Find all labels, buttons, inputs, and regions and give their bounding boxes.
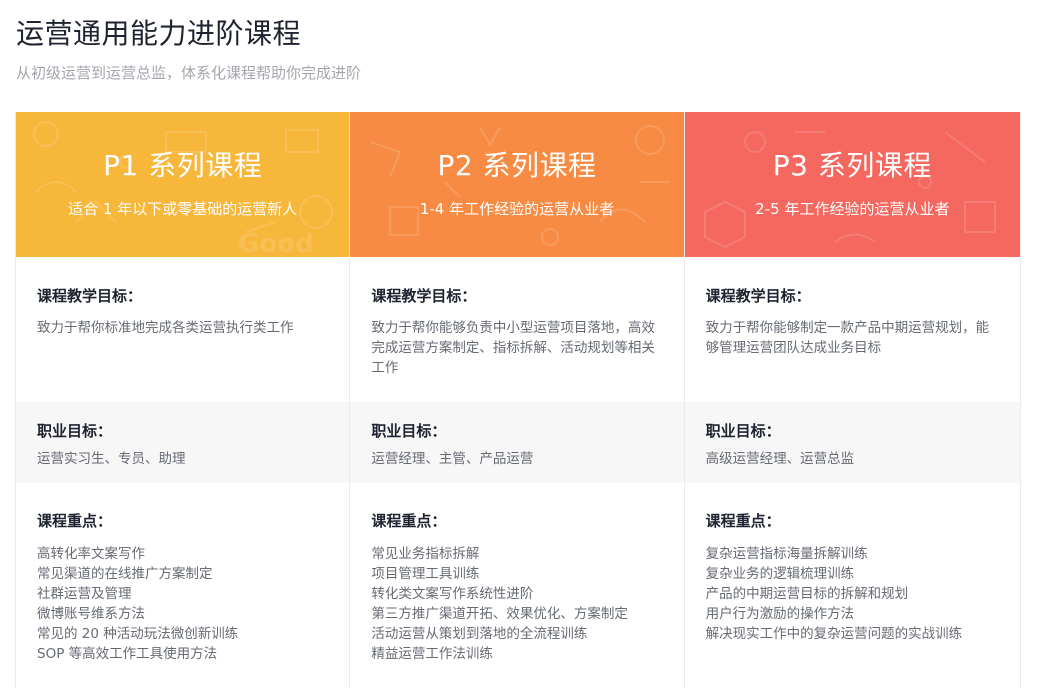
section-title: 职业目标：	[371, 422, 447, 440]
list-item: 第三方推广渠道开拓、效果优化、方案制定	[371, 606, 628, 622]
section-title: 课程重点：	[705, 512, 781, 530]
section-title: 职业目标：	[705, 422, 781, 440]
card-header-p3: P3 系列课程 2-5 年工作经验的运营从业者	[684, 112, 1020, 257]
career-goal-text: 运营经理、主管、产品运营	[371, 451, 534, 467]
card-header-p1: Good P1 系列课程 适合 1 年以下或零基础的运营新人	[16, 112, 350, 257]
focus-list: 常见业务指标拆解 项目管理工具训练 转化类文案写作系统性进阶 第三方推广渠道开拓…	[371, 544, 662, 664]
section-title: 课程教学目标：	[705, 287, 811, 305]
list-item: 精益运营工作法训练	[371, 646, 493, 662]
list-item: 常见业务指标拆解	[371, 546, 480, 562]
card-desc: 2-5 年工作经验的运营从业者	[755, 200, 950, 218]
doodle-pattern-icon	[703, 131, 996, 249]
list-item: 解决现实工作中的复杂运营问题的实战训练	[705, 626, 963, 642]
list-item: SOP 等高效工作工具使用方法	[37, 646, 218, 662]
course-card-p1[interactable]: Good P1 系列课程 适合 1 年以下或零基础的运营新人 课程教学目标： 致…	[16, 112, 351, 688]
teaching-goal-text: 致力于帮你能够负责中小型运营项目落地，高效完成运营方案制定、指标拆解、活动规划等…	[371, 320, 655, 376]
career-goal-section: 职业目标： 高级运营经理、运营总监	[684, 402, 1020, 483]
career-goal-text: 高级运营经理、运营总监	[705, 451, 855, 467]
teaching-goal-section: 课程教学目标： 致力于帮你能够制定一款产品中期运营规划，能够管理运营团队达成业务…	[684, 257, 1020, 402]
list-item: 复杂业务的逻辑梳理训练	[705, 566, 855, 582]
list-item: 社群运营及管理	[37, 586, 132, 602]
focus-section: 课程重点： 复杂运营指标海量拆解训练 复杂业务的逻辑梳理训练 产品的中期运营目标…	[684, 483, 1020, 688]
list-item: 微博账号维系方法	[37, 606, 145, 622]
section-title: 课程教学目标：	[37, 287, 143, 305]
list-item: 复杂运营指标海量拆解训练	[705, 546, 868, 562]
course-cards: Good P1 系列课程 适合 1 年以下或零基础的运营新人 课程教学目标： 致…	[15, 112, 1021, 688]
card-title: P1 系列课程	[103, 149, 263, 182]
list-item: 产品的中期运营目标的拆解和规划	[705, 586, 909, 602]
list-item: 常见渠道的在线推广方案制定	[37, 566, 213, 582]
section-title: 职业目标：	[37, 422, 113, 440]
page-title: 运营通用能力进阶课程	[16, 17, 302, 50]
focus-section: 课程重点： 高转化率文案写作 常见渠道的在线推广方案制定 社群运营及管理 微博账…	[16, 483, 350, 688]
list-item: 高转化率文案写作	[37, 546, 145, 562]
teaching-goal-text: 致力于帮你能够制定一款产品中期运营规划，能够管理运营团队达成业务目标	[705, 320, 990, 356]
career-goal-section: 职业目标： 运营经理、主管、产品运营	[350, 402, 684, 483]
section-title: 课程重点：	[371, 512, 447, 530]
card-desc: 1-4 年工作经验的运营从业者	[419, 200, 615, 218]
career-goal-section: 职业目标： 运营实习生、专员、助理	[16, 402, 350, 483]
focus-list: 高转化率文案写作 常见渠道的在线推广方案制定 社群运营及管理 微博账号维系方法 …	[37, 544, 328, 664]
list-item: 用户行为激励的操作方法	[705, 606, 855, 622]
doodle-pattern-icon: Good	[33, 121, 333, 257]
svg-text:Good: Good	[238, 229, 314, 257]
teaching-goal-section: 课程教学目标： 致力于帮你能够负责中小型运营项目落地，高效完成运营方案制定、指标…	[350, 257, 684, 402]
career-goal-text: 运营实习生、专员、助理	[37, 451, 186, 467]
focus-list: 复杂运营指标海量拆解训练 复杂业务的逻辑梳理训练 产品的中期运营目标的拆解和规划…	[706, 544, 999, 644]
card-header-p2: P2 系列课程 1-4 年工作经验的运营从业者	[350, 112, 684, 257]
focus-section: 课程重点： 常见业务指标拆解 项目管理工具训练 转化类文案写作系统性进阶 第三方…	[350, 483, 684, 688]
teaching-goal-section: 课程教学目标： 致力于帮你标准地完成各类运营执行类工作	[16, 257, 350, 402]
card-title: P2 系列课程	[437, 149, 597, 182]
section-title: 课程教学目标：	[371, 287, 477, 305]
doodle-pattern-icon	[370, 125, 671, 246]
course-card-p3[interactable]: P3 系列课程 2-5 年工作经验的运营从业者 课程教学目标： 致力于帮你能够制…	[684, 112, 1020, 688]
teaching-goal-text: 致力于帮你标准地完成各类运营执行类工作	[37, 320, 294, 336]
list-item: 项目管理工具训练	[371, 566, 480, 582]
page-subtitle: 从初级运营到运营总监，体系化课程帮助你完成进阶	[16, 64, 362, 82]
card-title: P3 系列课程	[772, 149, 932, 182]
course-card-p2[interactable]: P2 系列课程 1-4 年工作经验的运营从业者 课程教学目标： 致力于帮你能够负…	[350, 112, 685, 688]
section-title: 课程重点：	[37, 512, 113, 530]
list-item: 转化类文案写作系统性进阶	[371, 586, 534, 602]
list-item: 活动运营从策划到落地的全流程训练	[371, 626, 588, 642]
card-desc: 适合 1 年以下或零基础的运营新人	[68, 200, 298, 218]
list-item: 常见的 20 种活动玩法微创新训练	[37, 626, 239, 642]
